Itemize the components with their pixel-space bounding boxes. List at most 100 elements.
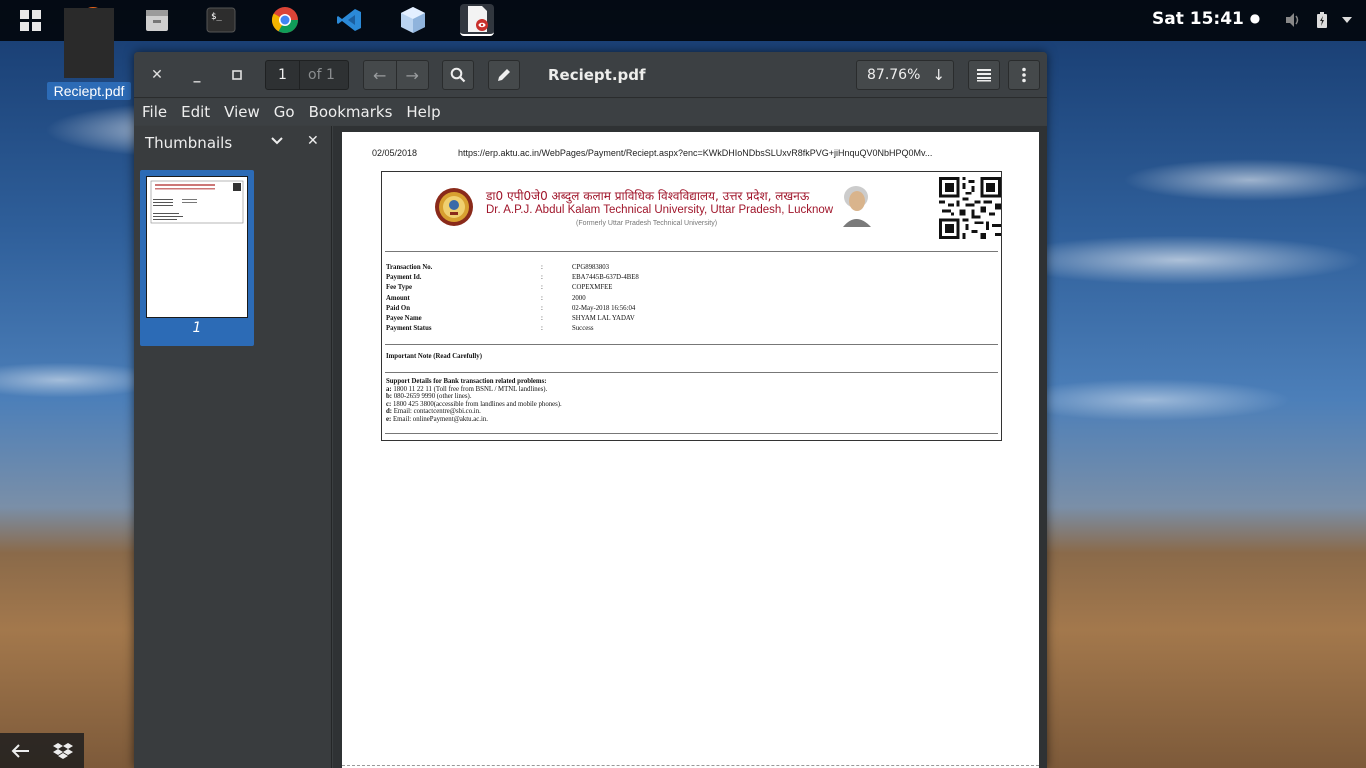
university-name-hindi: डा0 एपी0जे0 अब्दुल कलाम प्राविधिक विश्वव… [486, 189, 810, 203]
sidebar-title[interactable]: Thumbnails [145, 134, 232, 152]
menu-help[interactable]: Help [406, 103, 440, 121]
divider [385, 433, 998, 434]
menu-bar: File Edit View Go Bookmarks Help [134, 99, 1047, 125]
next-page-button[interactable]: → [397, 61, 429, 89]
qr-code-icon [939, 177, 1001, 239]
support-line: a: 1800 11 22 11 (Toll free from BSNL / … [386, 386, 562, 394]
page-selector[interactable]: 1 of 1 [265, 60, 349, 90]
volume-icon [1286, 13, 1299, 27]
document-viewer-icon[interactable] [460, 4, 494, 36]
page-edge [342, 765, 1039, 766]
field-value: 2000 [572, 294, 586, 302]
zoom-selector[interactable]: 87.76% ↓ [856, 60, 954, 90]
support-line: b: 080-2659 9990 (other lines). [386, 393, 562, 401]
sidebar-toggle-button[interactable] [968, 60, 1000, 90]
top-panel: $_ Sat 15:41 ● [0, 0, 1366, 41]
thumbnail-image [146, 176, 248, 318]
field-label: Payment Status [386, 325, 432, 333]
minimize-icon: _ [193, 67, 201, 83]
support-line-text: 1800 11 22 11 (Toll free from BSNL / MTN… [393, 385, 548, 393]
search-icon [450, 67, 466, 83]
support-line-key: d: [386, 408, 393, 416]
file-thumbnail [64, 8, 114, 78]
support-line-key: a: [386, 385, 392, 393]
document-viewer-window: ✕ _ 1 of 1 ← → Reciept.pdf 87.76% ↓ File… [134, 52, 1047, 768]
support-line-key: e: [386, 415, 392, 423]
field-label: Payment Id. [386, 274, 422, 282]
previous-page-button[interactable]: ← [364, 61, 397, 89]
menu-button[interactable] [1008, 60, 1040, 90]
support-line-text: 1800 425 3800(accessible from landlines … [392, 400, 562, 408]
page-navigation: ← → [363, 60, 429, 90]
print-url: https://erp.aktu.ac.in/WebPages/Payment/… [458, 148, 933, 158]
menu-view[interactable]: View [224, 103, 260, 121]
app-grid-icon[interactable] [20, 10, 41, 31]
files-icon[interactable] [140, 4, 174, 36]
clock[interactable]: Sat 15:41 ● [1152, 9, 1260, 29]
page-number-input[interactable]: 1 [266, 61, 300, 89]
system-status[interactable] [1284, 11, 1352, 29]
window-title: Reciept.pdf [548, 66, 646, 84]
desktop-file-icon[interactable]: Reciept.pdf [47, 8, 131, 100]
annotate-button[interactable] [488, 60, 520, 90]
notification-dot: ● [1249, 11, 1261, 25]
field-label: Transaction No. [386, 264, 433, 271]
support-lines: a: 1800 11 22 11 (Toll free from BSNL / … [386, 386, 562, 424]
dropdown-arrow-icon [1342, 17, 1352, 23]
pdf-page: 02/05/2018 https://erp.aktu.ac.in/WebPag… [342, 132, 1039, 768]
field-label: Paid On [386, 304, 410, 312]
menu-bookmarks[interactable]: Bookmarks [309, 103, 393, 121]
pencil-icon [498, 69, 510, 81]
important-note-heading: Important Note (Read Carefully) [386, 353, 482, 360]
support-title: Support Details for Bank transaction rel… [386, 378, 547, 385]
clock-text: Sat 15:41 [1152, 9, 1244, 29]
field-value: CPG8983803 [572, 264, 610, 271]
page-count: of 1 [308, 67, 335, 83]
maximize-button[interactable] [223, 60, 251, 90]
field-value: EBA7445B-637D-4BE8 [572, 274, 639, 282]
header-bar: ✕ _ 1 of 1 ← → Reciept.pdf 87.76% ↓ [134, 52, 1047, 98]
document-view[interactable]: 02/05/2018 https://erp.aktu.ac.in/WebPag… [333, 126, 1047, 768]
university-former-name: (Formerly Uttar Pradesh Technical Univer… [576, 220, 718, 227]
desktop-file-label: Reciept.pdf [47, 82, 131, 100]
divider [385, 344, 998, 345]
vscode-icon[interactable] [332, 4, 366, 36]
arrow-down-icon: ↓ [932, 66, 945, 84]
menu-file[interactable]: File [142, 103, 167, 121]
field-separator: : [541, 304, 543, 312]
sidebar: Thumbnails ✕ 1 [134, 126, 332, 768]
portrait-image [837, 181, 875, 227]
support-line-key: c: [386, 400, 392, 408]
close-sidebar-icon[interactable]: ✕ [307, 133, 319, 149]
menu-go[interactable]: Go [274, 103, 295, 121]
maximize-icon [232, 70, 242, 80]
arrow-left-icon: ← [373, 65, 387, 85]
terminal-icon[interactable]: $_ [204, 4, 238, 36]
field-separator: : [541, 284, 543, 292]
list-icon [977, 69, 991, 82]
field-separator: : [541, 325, 543, 333]
page-thumbnail[interactable]: 1 [140, 170, 254, 346]
field-value: Success [572, 325, 594, 333]
field-value: COPEXMFEE [572, 284, 613, 292]
minimize-button[interactable]: _ [183, 60, 211, 90]
divider [385, 372, 998, 373]
dropbox-icon[interactable] [53, 742, 73, 760]
chrome-icon[interactable] [268, 4, 302, 36]
bottom-left-tray [0, 733, 84, 768]
back-arrow-icon[interactable] [11, 743, 31, 759]
svg-text:$_: $_ [211, 12, 222, 22]
support-details: Support Details for Bank transaction rel… [386, 378, 562, 424]
chevron-down-icon[interactable] [271, 134, 283, 148]
search-button[interactable] [442, 60, 474, 90]
support-line-text: 080-2659 9990 (other lines). [393, 393, 472, 401]
menu-edit[interactable]: Edit [181, 103, 210, 121]
box-icon[interactable] [396, 4, 430, 36]
support-line: e: Email: onlinePayment@aktu.ac.in. [386, 416, 562, 424]
field-value: SHYAM LAL YADAV [572, 315, 635, 322]
close-button[interactable]: ✕ [143, 60, 171, 90]
field-separator: : [541, 315, 543, 322]
field-value: 02-May-2018 16:56:04 [572, 304, 636, 312]
field-label: Payee Name [386, 315, 422, 322]
field-separator: : [541, 274, 543, 282]
